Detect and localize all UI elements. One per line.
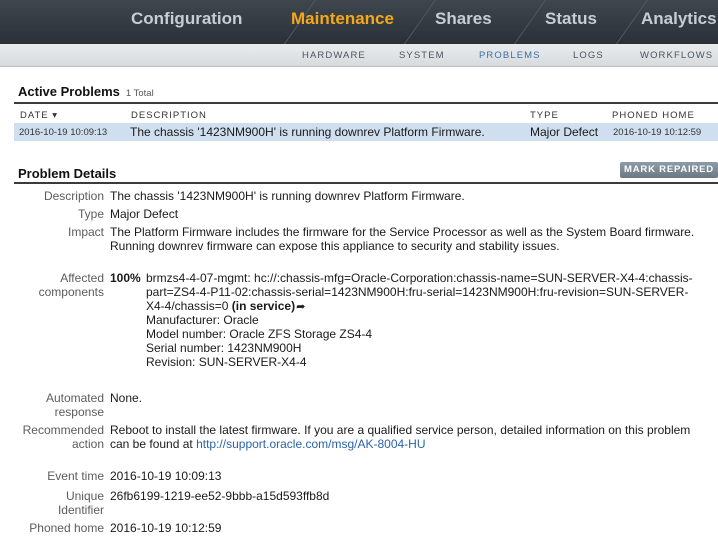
problem-details-title: Problem Details <box>18 166 117 181</box>
label-phoned-home: Phoned home <box>29 521 104 535</box>
affected-percent: 100% <box>110 271 141 285</box>
row-phoned-home: 2016-10-19 10:12:59 <box>613 127 702 138</box>
info-arrow-icon[interactable]: ➦ <box>296 300 305 314</box>
mark-repaired-button[interactable]: MARK REPAIRED <box>620 162 718 178</box>
section-divider <box>14 102 718 104</box>
tab-analytics[interactable]: Analytics <box>641 9 717 29</box>
section-divider <box>14 182 718 184</box>
row-date: 2016-10-19 10:09:13 <box>19 127 108 138</box>
column-header-date[interactable]: DATE ▾ <box>20 110 58 121</box>
label-components: components <box>38 285 104 299</box>
main-nav: Configuration Maintenance Shares Status … <box>0 0 718 44</box>
label-identifier: Identifier <box>57 503 104 517</box>
column-header-type[interactable]: TYPE <box>530 110 559 121</box>
subtab-system[interactable]: SYSTEM <box>399 50 445 61</box>
label-automated: Automated <box>45 391 104 405</box>
subtab-problems[interactable]: PROBLEMS <box>479 50 541 61</box>
tab-status[interactable]: Status <box>545 9 597 29</box>
detail-impact-line1: The Platform Firmware includes the firmw… <box>110 225 695 239</box>
row-type: Major Defect <box>530 125 599 139</box>
label-response: response <box>54 405 104 419</box>
component-serial: Serial number: 1423NM900H <box>146 341 302 355</box>
subtab-logs[interactable]: LOGS <box>573 50 604 61</box>
recommended-prefix: can be found at <box>110 437 193 451</box>
detail-event-time: 2016-10-19 10:09:13 <box>110 469 222 483</box>
detail-recommended-line2: can be found at http://support.oracle.co… <box>110 437 426 451</box>
sub-nav: HARDWARE SYSTEM PROBLEMS LOGS WORKFLOWS <box>0 44 718 67</box>
component-line1: brmzs4-4-07-mgmt: hc://:chassis-mfg=Orac… <box>146 271 693 285</box>
subtab-workflows[interactable]: WORKFLOWS <box>640 50 713 61</box>
detail-description: The chassis '1423NM900H' is running down… <box>110 189 465 203</box>
column-header-description[interactable]: DESCRIPTION <box>131 110 207 121</box>
component-manufacturer: Manufacturer: Oracle <box>146 313 259 327</box>
column-header-phoned-home[interactable]: PHONED HOME <box>612 110 695 121</box>
component-revision: Revision: SUN-SERVER-X4-4 <box>146 355 307 369</box>
detail-recommended-line1: Reboot to install the latest firmware. I… <box>110 423 691 437</box>
tab-shares[interactable]: Shares <box>435 9 492 29</box>
label-action: action <box>71 437 104 451</box>
label-event-time: Event time <box>47 469 104 483</box>
label-recommended: Recommended <box>22 423 104 437</box>
label-unique: Unique <box>65 489 104 503</box>
label-affected: Affected <box>60 271 104 285</box>
detail-type: Major Defect <box>110 207 179 221</box>
column-header-date-label: DATE <box>20 110 49 121</box>
support-link[interactable]: http://support.oracle.com/msg/AK-8004-HU <box>196 437 425 451</box>
tab-configuration[interactable]: Configuration <box>131 9 242 29</box>
active-problems-title: Active Problems 1 Total <box>18 84 154 99</box>
component-path-end: X4-4/chassis=0 <box>146 299 229 313</box>
detail-phoned-home: 2016-10-19 10:12:59 <box>110 521 222 535</box>
row-description: The chassis '1423NM900H' is running down… <box>130 125 485 139</box>
sort-arrow-icon: ▾ <box>52 110 59 121</box>
problem-count: 1 Total <box>125 88 154 99</box>
tab-maintenance[interactable]: Maintenance <box>291 9 394 29</box>
subtab-hardware[interactable]: HARDWARE <box>302 50 366 61</box>
component-status: (in service) <box>231 299 296 313</box>
label-impact: Impact <box>67 225 104 239</box>
active-problems-heading: Active Problems <box>18 84 120 99</box>
component-model: Model number: Oracle ZFS Storage ZS4-4 <box>146 327 373 341</box>
detail-automated-response: None. <box>110 391 143 405</box>
label-type: Type <box>77 207 104 221</box>
component-line2: part=ZS4-4-P11-02:chassis-serial=1423NM9… <box>146 285 689 299</box>
label-description: Description <box>43 189 104 203</box>
detail-impact-line2: Running downrev firmware can expose this… <box>110 239 560 253</box>
detail-unique-identifier: 26fb6199-1219-ee52-9bbb-a15d593ffb8d <box>110 489 330 503</box>
component-line3: X4-4/chassis=0 (in service)➦ <box>146 299 305 314</box>
